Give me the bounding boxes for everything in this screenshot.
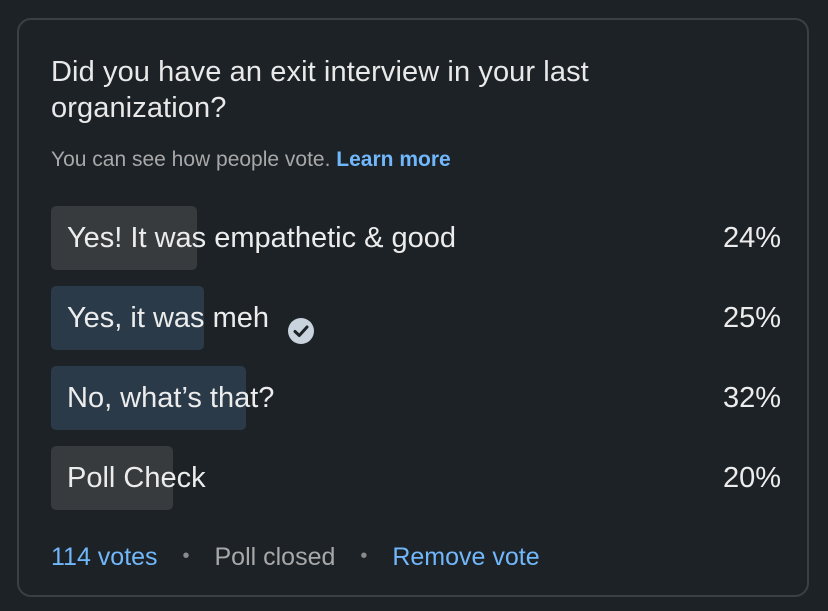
poll-option-3-label: No, what’s that? <box>67 366 274 430</box>
poll-option-4-label: Poll Check <box>67 446 206 510</box>
separator-dot: • <box>182 545 190 567</box>
poll-option-4[interactable]: Poll Check 20% <box>51 446 781 510</box>
poll-option-2-text: Yes, it was meh <box>67 302 270 334</box>
poll-option-4-percent: 20% <box>722 462 781 494</box>
poll-option-3-text: No, what’s that? <box>67 382 275 414</box>
vote-count-link[interactable]: 114 votes <box>51 543 158 571</box>
poll-status: Poll closed <box>214 543 336 571</box>
poll-option-1-percent: 24% <box>722 222 781 254</box>
poll-option-3[interactable]: No, what’s that? 32% <box>51 366 781 430</box>
remove-vote-link[interactable]: Remove vote <box>392 543 539 571</box>
poll-option-2[interactable]: Yes, it was meh 25% <box>51 286 781 350</box>
poll-card: Did you have an exit interview in your l… <box>17 18 809 597</box>
poll-option-2-percent: 25% <box>722 302 781 334</box>
visibility-text: You can see how people vote. <box>51 148 331 171</box>
poll-option-4-text: Poll Check <box>67 462 206 494</box>
poll-option-1[interactable]: Yes! It was empathetic & good 24% <box>51 206 781 270</box>
poll-footer: 114 votes • Poll closed • Remove vote <box>51 540 540 576</box>
poll-question: Did you have an exit interview in your l… <box>51 56 589 124</box>
poll-option-1-text: Yes! It was empathetic & good <box>67 222 457 254</box>
learn-more-link[interactable]: Learn more <box>336 148 450 171</box>
separator-dot: • <box>360 545 368 567</box>
poll-option-2-label: Yes, it was meh <box>67 286 315 350</box>
poll-option-3-percent: 32% <box>722 382 781 414</box>
check-circle-icon <box>287 304 315 344</box>
poll-option-1-label: Yes! It was empathetic & good <box>67 206 456 270</box>
poll-visibility-note: You can see how people vote. Learn more <box>51 146 451 174</box>
